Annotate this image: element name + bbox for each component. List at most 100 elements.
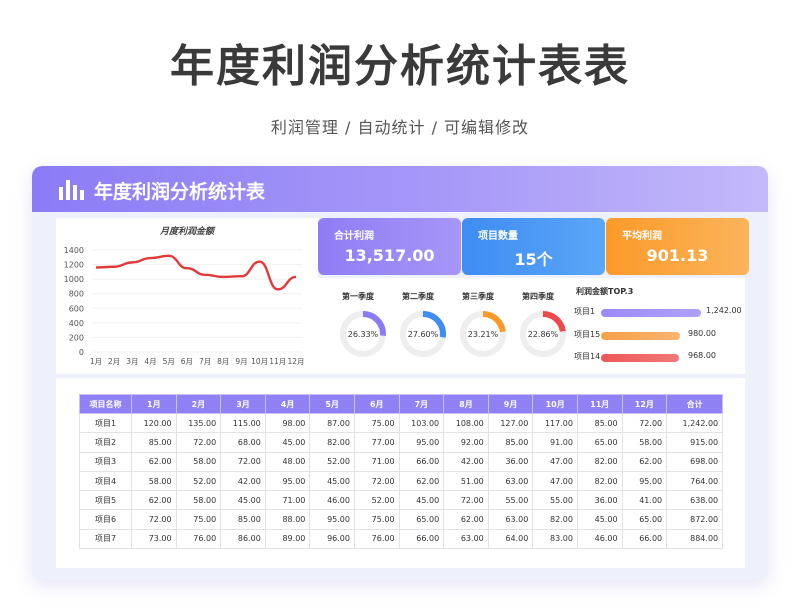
table-cell: 45.00 <box>309 470 355 492</box>
bar-chart-icon <box>59 180 84 200</box>
table-cell: 884.00 <box>666 528 724 550</box>
table-cell: 项目1 <box>79 412 132 434</box>
table-cell: 92.00 <box>443 432 489 453</box>
kpi-value: 13,517.00 <box>344 246 435 265</box>
table-cell: 88.00 <box>264 509 311 530</box>
x-tick-label: 5月 <box>163 357 175 366</box>
profit-table-panel: 项目名称 1月 2月 3月 4月 5月 6月 7月 8月 9月 10月 11月 12月 合计 项目1 120… <box>56 378 745 568</box>
table-cell: 95.00 <box>398 432 445 453</box>
table-cell: 项目5 <box>79 490 132 511</box>
x-tick-label: 2月 <box>108 357 120 366</box>
table-cell: 117.00 <box>532 412 578 434</box>
x-tick-label: 11月 <box>269 357 286 366</box>
table-cell: 71.00 <box>264 490 311 511</box>
y-tick-label: 400 <box>69 319 84 328</box>
table-cell: 62.00 <box>131 451 177 472</box>
quarter-percent: 27.60% <box>408 330 439 339</box>
table-cell: 96.00 <box>309 528 355 550</box>
table-cell: 95.00 <box>264 470 311 492</box>
top3-value: 1,242.00 <box>706 306 742 315</box>
table-row: 项目3 62.00 58.00 72.00 48.00 52.00 71.00 66.00 42… <box>79 451 724 472</box>
table-cell: 42.00 <box>443 451 489 472</box>
table-cell: 85.00 <box>487 432 534 453</box>
table-cell: 71.00 <box>353 451 400 472</box>
table-header-cell: 10月 <box>532 394 578 414</box>
table-cell: 62.00 <box>621 451 668 472</box>
kpi-project-count: 项目数量 15个 <box>462 218 605 275</box>
table-cell: 95.00 <box>621 470 668 492</box>
table-cell: 135.00 <box>175 412 222 434</box>
table-cell: 66.00 <box>398 451 445 472</box>
top3-bar <box>601 332 680 340</box>
table-cell: 64.00 <box>487 528 534 550</box>
table-row: 项目5 62.00 58.00 45.00 71.00 46.00 52.00 45.00 72… <box>79 490 724 511</box>
table-header-cell: 3月 <box>220 394 266 414</box>
table-header-cell: 8月 <box>443 394 489 414</box>
table-cell: 52.00 <box>353 490 400 511</box>
table-cell: 82.00 <box>309 432 355 453</box>
table-cell: 872.00 <box>666 509 724 530</box>
table-cell: 46.00 <box>576 528 623 550</box>
table-cell: 45.00 <box>264 432 311 453</box>
table-cell: 52.00 <box>309 451 355 472</box>
table-cell: 项目3 <box>79 451 132 472</box>
table-cell: 91.00 <box>532 432 578 453</box>
quarter-percent: 22.86% <box>528 330 559 339</box>
table-cell: 698.00 <box>666 451 724 472</box>
table-cell: 75.00 <box>353 412 400 434</box>
table-cell: 项目7 <box>79 528 132 550</box>
table-cell: 76.00 <box>353 528 400 550</box>
card-header-title: 年度利润分析统计表 <box>94 181 266 203</box>
top3-name: 项目14 <box>574 352 601 361</box>
table-cell: 45.00 <box>398 490 445 511</box>
donut-arc <box>542 311 566 332</box>
x-tick-label: 10月 <box>251 357 268 366</box>
table-cell: 95.00 <box>309 509 355 530</box>
table-header-cell: 5月 <box>309 394 355 414</box>
table-cell: 72.00 <box>175 432 222 453</box>
top3-bar <box>601 354 679 362</box>
table-cell: 51.00 <box>443 470 489 492</box>
table-header-row: 项目名称 1月 2月 3月 4月 5月 6月 7月 8月 9月 10月 11月 12月 合计 <box>79 394 724 414</box>
table-cell: 98.00 <box>264 412 311 434</box>
x-tick-label: 3月 <box>126 357 138 366</box>
top3-name: 项目15 <box>574 330 601 339</box>
monthly-profit-chart: 月度利润金额 1400 1200 1000 800 600 400 200 0 1月 2月 3月 4月… <box>56 218 318 374</box>
kpi-label: 平均利润 <box>622 231 662 242</box>
table-cell: 项目2 <box>79 432 132 453</box>
x-tick-label: 1月 <box>90 357 102 366</box>
table-cell: 62.00 <box>398 470 445 492</box>
table-header-cell: 9月 <box>487 394 534 414</box>
y-tick-label: 1400 <box>64 246 84 255</box>
table-cell: 87.00 <box>309 412 355 434</box>
table-cell: 63.00 <box>487 509 534 530</box>
table-cell: 85.00 <box>576 412 623 434</box>
y-tick-label: 0 <box>79 348 84 357</box>
table-cell: 55.00 <box>532 490 578 511</box>
table-cell: 103.00 <box>398 412 445 434</box>
table-cell: 72.00 <box>220 451 266 472</box>
table-cell: 52.00 <box>175 470 222 492</box>
table-cell: 65.00 <box>576 432 623 453</box>
card-header: 年度利润分析统计表 <box>32 166 768 212</box>
table-row: 项目1 120.00 135.00 115.00 98.00 87.00 75.00 103.… <box>79 412 724 434</box>
table-cell: 76.00 <box>175 528 222 550</box>
quarter-panel: 第一季度 第二季度 第三季度 第四季度 26.33% 27.60% 23.21% 22… <box>318 278 745 374</box>
table-cell: 41.00 <box>621 490 668 511</box>
table-cell: 66.00 <box>621 528 668 550</box>
line-chart-svg: 1400 1200 1000 800 600 400 200 0 1月 2月 3月 4月 5月 6月 7月 8… <box>64 246 305 366</box>
table-cell: 115.00 <box>220 412 266 434</box>
table-header-cell: 4月 <box>264 394 311 414</box>
table-cell: 47.00 <box>532 470 578 492</box>
table-cell: 72.00 <box>621 412 668 434</box>
table-cell: 915.00 <box>666 432 724 453</box>
table-header-cell: 6月 <box>353 394 400 414</box>
profit-table: 项目名称 1月 2月 3月 4月 5月 6月 7月 8月 9月 10月 11月 12月 合计 项目1 120… <box>79 394 724 550</box>
table-cell: 75.00 <box>175 509 222 530</box>
top3-bar <box>601 309 701 317</box>
y-tick-label: 600 <box>69 304 84 313</box>
table-cell: 89.00 <box>264 528 311 550</box>
table-cell: 75.00 <box>353 509 400 530</box>
table-cell: 72.00 <box>131 509 177 530</box>
kpi-total-profit: 合计利润 13,517.00 <box>318 218 461 275</box>
